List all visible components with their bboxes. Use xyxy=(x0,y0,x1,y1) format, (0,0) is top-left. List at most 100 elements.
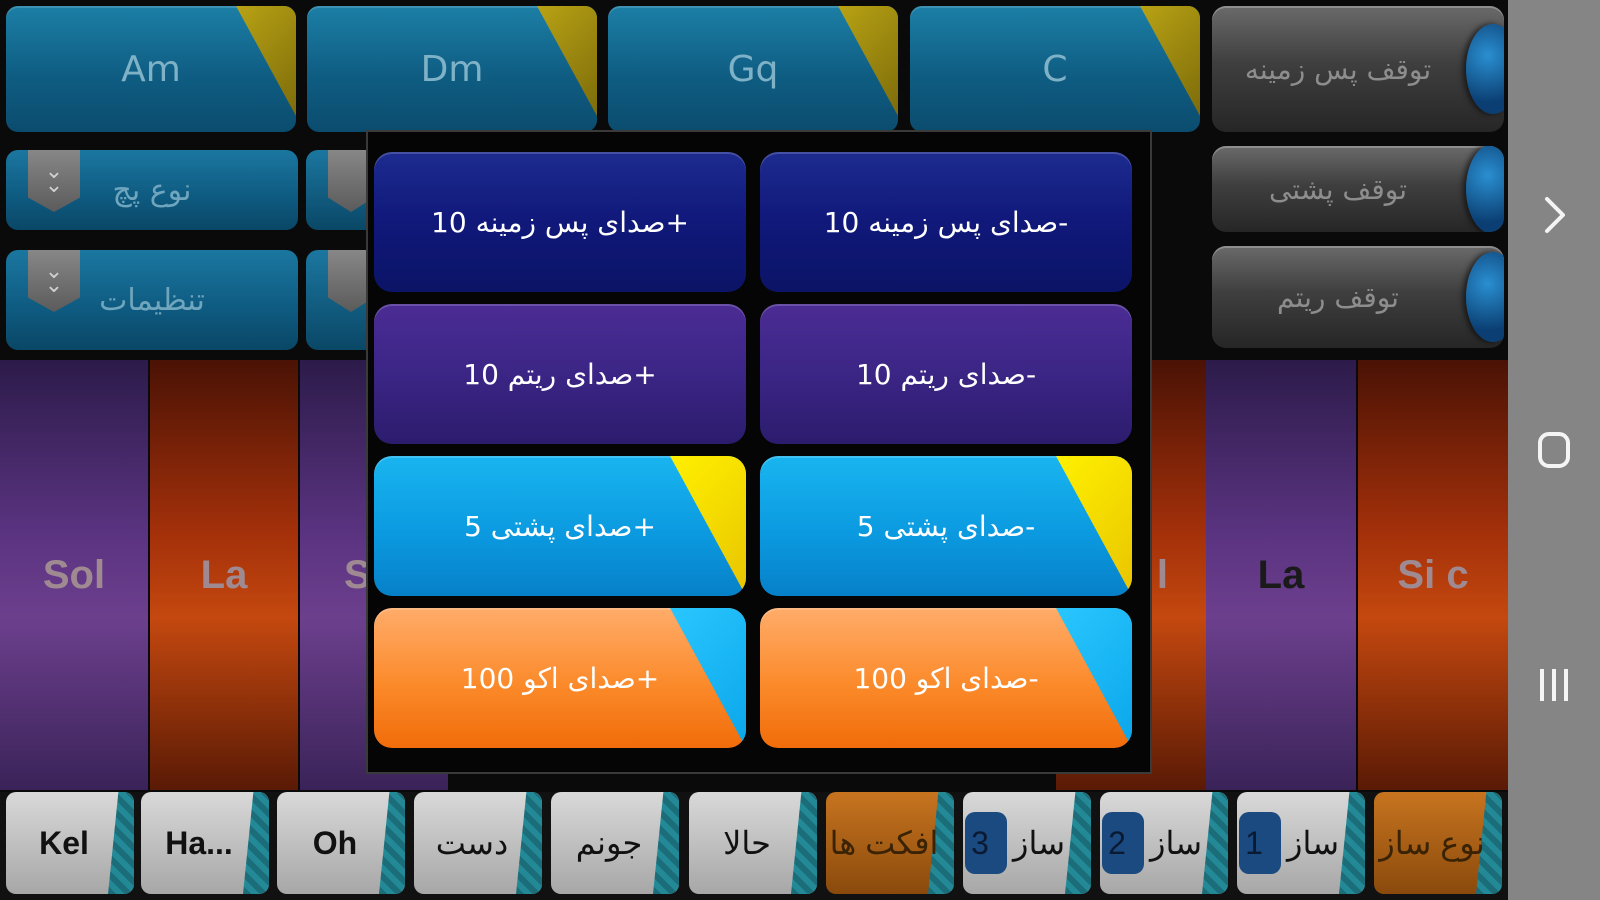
button-label: صدای پس زمینه 10- xyxy=(823,205,1069,239)
chord-button-dm[interactable]: Dm xyxy=(307,6,597,132)
chevron-down-icon xyxy=(328,250,366,312)
chord-label: Am xyxy=(121,48,181,90)
saz-label: ساز xyxy=(1286,824,1339,861)
tab-saz-2[interactable]: 2 ساز xyxy=(1100,792,1228,894)
key-label: Sol xyxy=(42,552,106,597)
tab-label: نوع ساز xyxy=(1379,825,1485,861)
saz-label: ساز xyxy=(1149,824,1202,861)
tab-label: 3 ساز xyxy=(964,812,1089,874)
settings-button-2[interactable] xyxy=(306,250,366,350)
setting-label: نوع پچ xyxy=(112,172,192,208)
saz-label: ساز xyxy=(1012,824,1065,861)
stripe xyxy=(653,792,679,894)
button-label: صدای اکو 100- xyxy=(853,661,1039,695)
corner-accent xyxy=(1056,608,1132,748)
recents-icon[interactable] xyxy=(1508,655,1600,715)
echo-volume-plus-button[interactable]: صدای اکو 100+ xyxy=(374,608,746,748)
stripe xyxy=(243,792,269,894)
patch-type-button-2[interactable] xyxy=(306,150,366,230)
patch-type-button[interactable]: ⌄ ⌄ نوع پچ xyxy=(6,150,298,230)
tab-ha[interactable]: Ha... xyxy=(141,792,269,894)
button-label: صدای پس زمینه 10+ xyxy=(431,205,689,239)
chord-button-gq[interactable]: Gq xyxy=(608,6,898,132)
tab-label: دست xyxy=(435,825,509,861)
chevron-down-icon: ⌄ ⌄ xyxy=(28,150,80,212)
stop-background-button[interactable]: توقف پس زمینه xyxy=(1212,6,1504,132)
chord-button-c[interactable]: C xyxy=(910,6,1200,132)
key-si-c[interactable]: Si c xyxy=(1358,360,1508,790)
tab-label: 1 ساز xyxy=(1238,812,1363,874)
tab-saz-type[interactable]: نوع ساز xyxy=(1374,792,1502,894)
app-screen: Am Dm Gq C توقف پس زمینه توقف پشتی توقف … xyxy=(0,0,1508,900)
tab-label: Kel xyxy=(39,824,89,861)
knob-icon xyxy=(1466,24,1504,114)
stripe xyxy=(108,792,134,894)
setting-label: تنظیمات xyxy=(99,282,205,318)
chord-button-am[interactable]: Am xyxy=(6,6,296,132)
knob-icon xyxy=(1466,252,1504,342)
tab-label: Ha... xyxy=(165,824,233,861)
stripe xyxy=(379,792,405,894)
tab-label: Oh xyxy=(312,824,358,861)
corner-accent xyxy=(236,6,296,116)
saz-number: 1 xyxy=(1238,812,1281,874)
key-sol[interactable]: Sol xyxy=(0,360,148,790)
stop-rhythm-button[interactable]: توقف ریتم xyxy=(1212,246,1504,348)
tab-kel[interactable]: Kel xyxy=(6,792,134,894)
corner-accent xyxy=(838,6,898,116)
button-label: صدای ریتم 10+ xyxy=(463,357,657,391)
stripe xyxy=(791,792,817,894)
tab-hala[interactable]: حالا xyxy=(689,792,817,894)
tab-effects[interactable]: افکت ها xyxy=(826,792,954,894)
chord-label: Dm xyxy=(420,48,484,90)
tab-label: جونم xyxy=(575,825,643,861)
key-label: La xyxy=(200,552,248,597)
button-label: صدای پشتی 5- xyxy=(856,509,1036,543)
corner-accent xyxy=(1056,456,1132,596)
tab-saz-3[interactable]: 3 ساز xyxy=(963,792,1091,894)
backing-volume-plus-button[interactable]: صدای پشتی 5+ xyxy=(374,456,746,596)
stop-label: توقف پس زمینه xyxy=(1244,52,1432,86)
rhythm-volume-minus-button[interactable]: صدای ریتم 10- xyxy=(760,304,1132,444)
stop-label: توقف پشتی xyxy=(1268,172,1408,206)
chevron-down-icon xyxy=(328,150,366,212)
bg-volume-minus-button[interactable]: صدای پس زمینه 10- xyxy=(760,152,1132,292)
button-label: صدای اکو 100+ xyxy=(460,661,660,695)
corner-accent xyxy=(1140,6,1200,116)
corner-accent xyxy=(670,608,746,748)
volume-modal: صدای پس زمینه 10+ صدای پس زمینه 10- صدای… xyxy=(366,130,1152,774)
key-label: La xyxy=(1257,552,1305,597)
tab-label: افکت ها xyxy=(829,825,939,861)
stop-backing-button[interactable]: توقف پشتی xyxy=(1212,146,1504,232)
rhythm-volume-plus-button[interactable]: صدای ریتم 10+ xyxy=(374,304,746,444)
backing-volume-minus-button[interactable]: صدای پشتی 5- xyxy=(760,456,1132,596)
corner-accent xyxy=(670,456,746,596)
button-label: صدای ریتم 10- xyxy=(855,357,1037,391)
chord-label: Gq xyxy=(727,48,779,90)
button-label: صدای پشتی 5+ xyxy=(464,509,656,543)
bottom-bar: Kel Ha... Oh دست جونم حالا افکت ها 3 ساز … xyxy=(0,792,1508,900)
tab-jonom[interactable]: جونم xyxy=(551,792,679,894)
home-icon[interactable] xyxy=(1508,420,1600,480)
saz-number: 2 xyxy=(1101,812,1144,874)
key-la-2[interactable]: La xyxy=(1206,360,1356,790)
tab-dast[interactable]: دست xyxy=(414,792,542,894)
saz-number: 3 xyxy=(964,812,1007,874)
knob-icon xyxy=(1466,146,1504,232)
key-la[interactable]: La xyxy=(150,360,298,790)
chord-label: C xyxy=(1042,48,1068,90)
chevron-right-icon[interactable] xyxy=(1508,180,1600,250)
key-label: l xyxy=(1156,552,1168,597)
echo-volume-minus-button[interactable]: صدای اکو 100- xyxy=(760,608,1132,748)
corner-accent xyxy=(537,6,597,116)
tab-label: 2 ساز xyxy=(1101,812,1226,874)
system-nav-bar xyxy=(1508,0,1600,900)
key-label: Si c xyxy=(1397,552,1469,597)
tab-label: حالا xyxy=(723,825,771,861)
tab-saz-1[interactable]: 1 ساز xyxy=(1237,792,1365,894)
bg-volume-plus-button[interactable]: صدای پس زمینه 10+ xyxy=(374,152,746,292)
tab-oh[interactable]: Oh xyxy=(277,792,405,894)
chevron-down-icon: ⌄ ⌄ xyxy=(28,250,80,312)
settings-button[interactable]: ⌄ ⌄ تنظیمات xyxy=(6,250,298,350)
stop-label: توقف ریتم xyxy=(1277,280,1399,314)
